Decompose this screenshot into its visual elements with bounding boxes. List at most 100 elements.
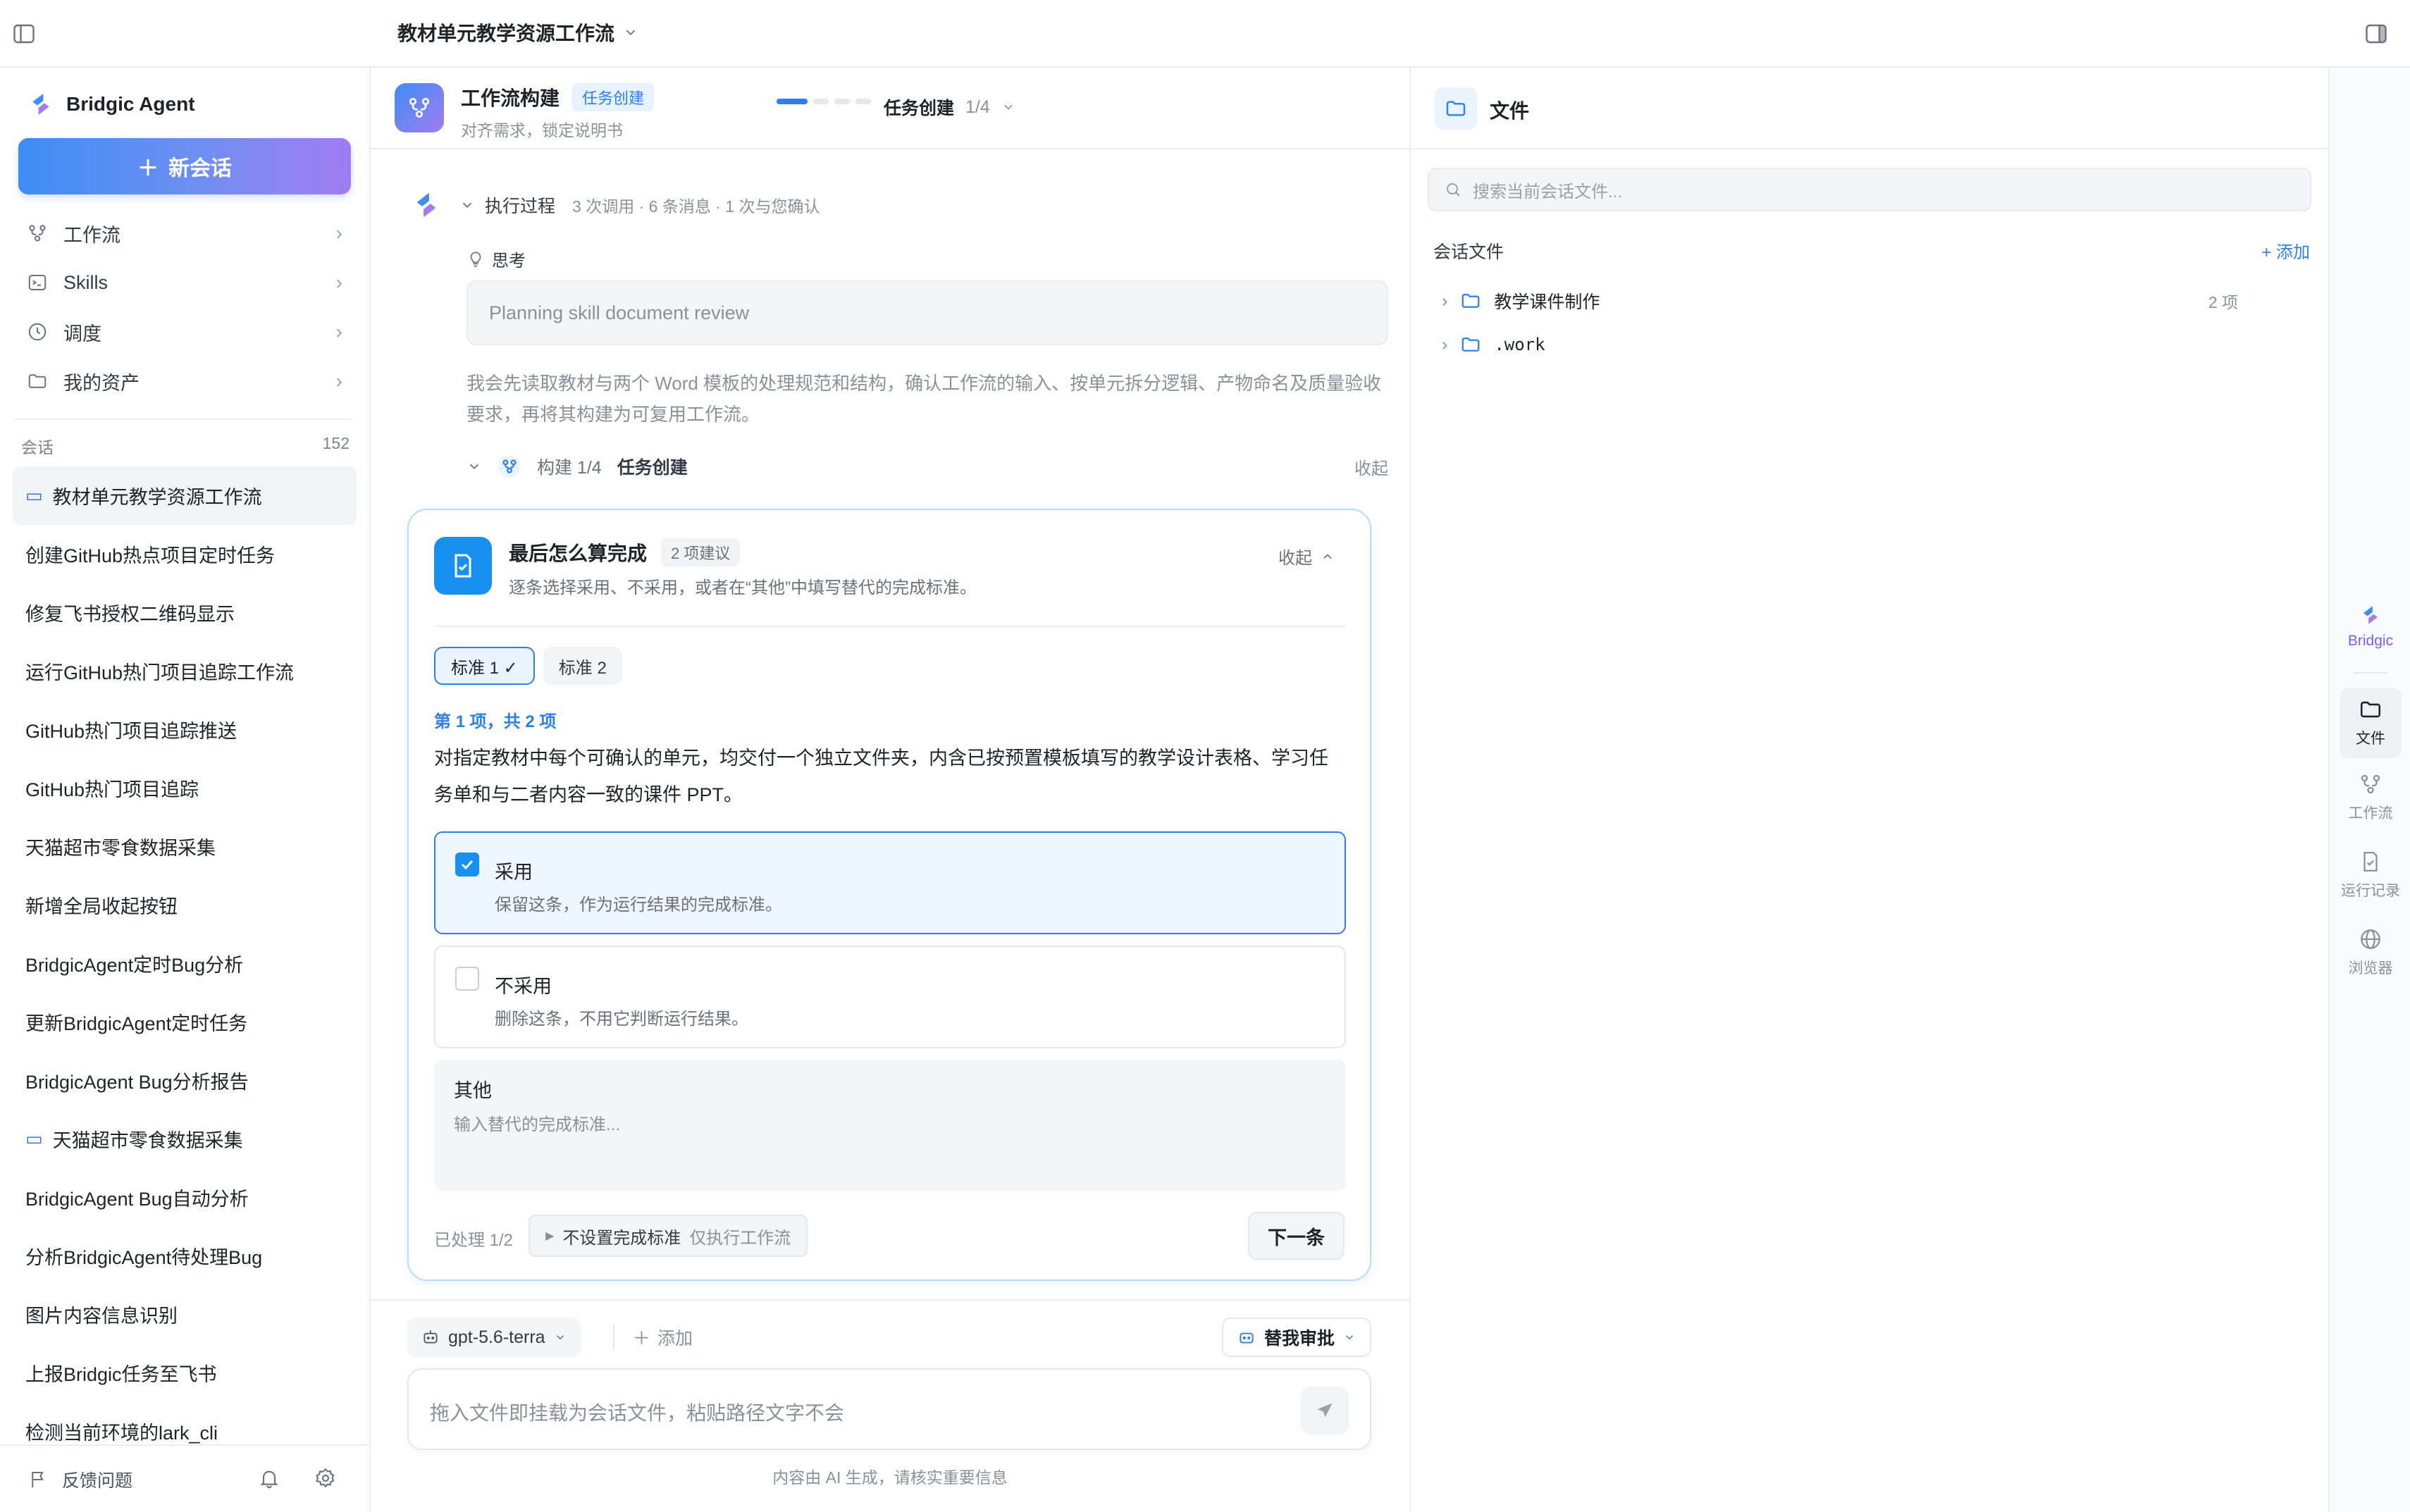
sidebar-toggle-icon[interactable] bbox=[11, 21, 37, 47]
sidebar: Bridgic Agent ＋ 新会话 工作流 › Skills › 调度 › … bbox=[0, 68, 371, 1512]
bridgic-logo-icon bbox=[416, 192, 436, 218]
skip-criteria-button[interactable]: ▶ 不设置完成标准 仅执行工作流 bbox=[529, 1215, 808, 1257]
progress-segment bbox=[777, 99, 808, 104]
files-panel: 文件 搜索当前会话文件... 会话文件 + 添加 › 教学课件制作 2 项 › … bbox=[1409, 68, 2330, 1512]
list-item[interactable]: ▭ 教材单元教学资源工作流 bbox=[13, 466, 357, 525]
composer-toolbar: gpt-5.6-terra ＋ 添加 替我审批 bbox=[407, 1318, 1371, 1357]
divider bbox=[14, 419, 351, 420]
conversation-title: BridgicAgent定时Bug分析 bbox=[25, 955, 244, 976]
search-placeholder: 搜索当前会话文件... bbox=[1473, 182, 1623, 202]
list-item[interactable]: 天猫超市零食数据采集 bbox=[13, 817, 357, 876]
list-item[interactable]: BridgicAgent Bug自动分析 bbox=[13, 1168, 357, 1227]
collapse-button[interactable]: 收起 bbox=[1354, 454, 1388, 479]
build-step-row[interactable]: 构建 1/4 任务创建 收起 bbox=[466, 454, 1388, 479]
list-item[interactable]: BridgicAgent Bug分析报告 bbox=[13, 1051, 357, 1110]
top-bar: 教材单元教学资源工作流 bbox=[0, 0, 2410, 68]
thinking-text: 我会先读取教材与两个 Word 模板的处理规范和结构，确认工作流的输入、按单元拆… bbox=[466, 373, 1382, 425]
sidebar-footer: 反馈问题 bbox=[0, 1444, 369, 1512]
conversations-count: 152 bbox=[322, 434, 350, 452]
other-label: 其他 bbox=[454, 1080, 492, 1101]
list-item[interactable]: 修复飞书授权二维码显示 bbox=[13, 583, 357, 642]
files-title: 文件 bbox=[1490, 100, 1530, 122]
play-icon: ▶ bbox=[545, 1230, 555, 1242]
chevron-right-icon: › bbox=[1442, 290, 1448, 311]
gear-icon[interactable] bbox=[314, 1467, 337, 1489]
conversation-title: 图片内容信息识别 bbox=[25, 1306, 178, 1327]
list-item[interactable]: GitHub热门项目追踪 bbox=[13, 759, 357, 817]
right-panel-toggle-icon[interactable] bbox=[2363, 21, 2389, 47]
bell-icon[interactable] bbox=[258, 1467, 280, 1489]
search-icon bbox=[1447, 183, 1460, 197]
option-label: 不采用 bbox=[495, 976, 552, 997]
brand[interactable]: Bridgic Agent bbox=[27, 90, 195, 118]
card-title: 最后怎么算完成 2 项建议 bbox=[509, 538, 741, 566]
tree-folder[interactable]: › 教学课件制作 2 项 bbox=[1442, 279, 2238, 323]
list-item[interactable]: 上报Bridgic任务至飞书 bbox=[13, 1344, 357, 1402]
workflow-name: 工作流构建 任务创建 bbox=[461, 83, 655, 111]
file-search-input[interactable]: 搜索当前会话文件... bbox=[1428, 168, 2311, 211]
file-check-icon bbox=[2363, 852, 2378, 872]
option-reject[interactable]: 不采用 删除这条，不用它判断运行结果。 bbox=[434, 946, 1346, 1048]
add-attachment-button[interactable]: ＋ 添加 bbox=[633, 1325, 693, 1350]
list-item[interactable]: 运行GitHub热门项目追踪工作流 bbox=[13, 642, 357, 700]
sidebar-item-label: 我的资产 bbox=[63, 372, 140, 394]
sidebar-item-label: Skills bbox=[63, 271, 109, 293]
rail-item-run-records[interactable]: 运行记录 bbox=[2340, 850, 2402, 900]
chevron-down-icon bbox=[626, 30, 636, 36]
conversation-title: 更新BridgicAgent定时任务 bbox=[25, 1013, 248, 1034]
feedback-label: 反馈问题 bbox=[62, 1471, 133, 1491]
sidebar-item-skills[interactable]: Skills › bbox=[14, 258, 352, 307]
message-input[interactable]: 拖入文件即挂载为会话文件，粘贴路径文字不会 bbox=[407, 1368, 1371, 1450]
tree-folder[interactable]: › .work bbox=[1442, 323, 2238, 366]
list-item[interactable]: ▭ 天猫超市零食数据采集 bbox=[13, 1110, 357, 1168]
tab-criterion-1[interactable]: 标准 1 ✓ bbox=[434, 647, 535, 685]
approve-label: 替我审批 bbox=[1263, 1329, 1335, 1349]
list-item[interactable]: 新增全局收起按钮 bbox=[13, 876, 357, 934]
rail-label: 浏览器 bbox=[2348, 960, 2393, 977]
tab-criterion-2[interactable]: 标准 2 bbox=[543, 647, 622, 685]
feedback-button[interactable]: 反馈问题 bbox=[28, 1467, 132, 1492]
model-name: gpt-5.6-terra bbox=[448, 1327, 545, 1347]
folder-name: .work bbox=[1494, 335, 1545, 354]
divider bbox=[2354, 672, 2387, 674]
sidebar-item-schedule[interactable]: 调度 › bbox=[14, 307, 352, 357]
conversation-title: GitHub热门项目追踪 bbox=[25, 779, 199, 800]
stage-badge: 任务创建 bbox=[572, 83, 655, 111]
list-item[interactable]: GitHub热门项目追踪推送 bbox=[13, 700, 357, 759]
step-dropdown[interactable]: 任务创建 1/4 bbox=[884, 94, 1015, 120]
folder-icon bbox=[28, 374, 47, 388]
next-button[interactable]: 下一条 bbox=[1248, 1212, 1345, 1260]
rail-item-browser[interactable]: 浏览器 bbox=[2340, 927, 2402, 978]
chevron-down-icon bbox=[1004, 104, 1013, 110]
checkbox-checked[interactable] bbox=[455, 853, 479, 876]
list-item[interactable]: BridgicAgent定时Bug分析 bbox=[13, 934, 357, 993]
rail-item-workflow[interactable]: 工作流 bbox=[2340, 772, 2402, 823]
auto-approve-selector[interactable]: 替我审批 bbox=[1221, 1318, 1371, 1357]
rail-item-bridgic[interactable]: Bridgic bbox=[2340, 603, 2402, 650]
list-item[interactable]: 创建GitHub热点项目定时任务 bbox=[13, 525, 357, 583]
workflow-icon bbox=[498, 455, 521, 478]
sidebar-item-assets[interactable]: 我的资产 › bbox=[14, 357, 352, 406]
list-item[interactable]: 分析BridgicAgent待处理Bug bbox=[13, 1227, 357, 1285]
conversation-title: 新增全局收起按钮 bbox=[25, 896, 178, 917]
rail-item-files[interactable]: 文件 bbox=[2340, 688, 2402, 758]
option-description: 删除这条，不用它判断运行结果。 bbox=[495, 1010, 748, 1029]
checkbox-unchecked[interactable] bbox=[455, 967, 479, 991]
list-item[interactable]: 图片内容信息识别 bbox=[13, 1285, 357, 1344]
chat-icon: ▭ bbox=[25, 1128, 43, 1149]
chevron-right-icon: › bbox=[335, 222, 342, 244]
execution-summary[interactable]: 执行过程 3 次调用 · 6 条消息 · 1 次与您确认 bbox=[410, 189, 820, 221]
conversation-title: 天猫超市零食数据采集 bbox=[25, 838, 216, 859]
add-file-button[interactable]: + 添加 bbox=[2261, 238, 2310, 264]
other-criterion-input[interactable]: 其他 输入替代的完成标准... bbox=[434, 1060, 1346, 1191]
list-item[interactable]: 更新BridgicAgent定时任务 bbox=[13, 993, 357, 1051]
workflow-title-dropdown[interactable]: 教材单元教学资源工作流 bbox=[397, 18, 638, 47]
new-chat-button[interactable]: ＋ 新会话 bbox=[18, 138, 351, 194]
progress-segment bbox=[855, 99, 871, 104]
workflow-name-text: 工作流构建 bbox=[461, 87, 560, 109]
model-selector[interactable]: gpt-5.6-terra bbox=[407, 1318, 581, 1357]
option-adopt[interactable]: 采用 保留这条，作为运行结果的完成标准。 bbox=[434, 831, 1346, 934]
card-collapse-button[interactable]: 收起 bbox=[1278, 544, 1335, 569]
send-button[interactable] bbox=[1301, 1387, 1349, 1434]
sidebar-item-workflow[interactable]: 工作流 › bbox=[14, 209, 352, 258]
